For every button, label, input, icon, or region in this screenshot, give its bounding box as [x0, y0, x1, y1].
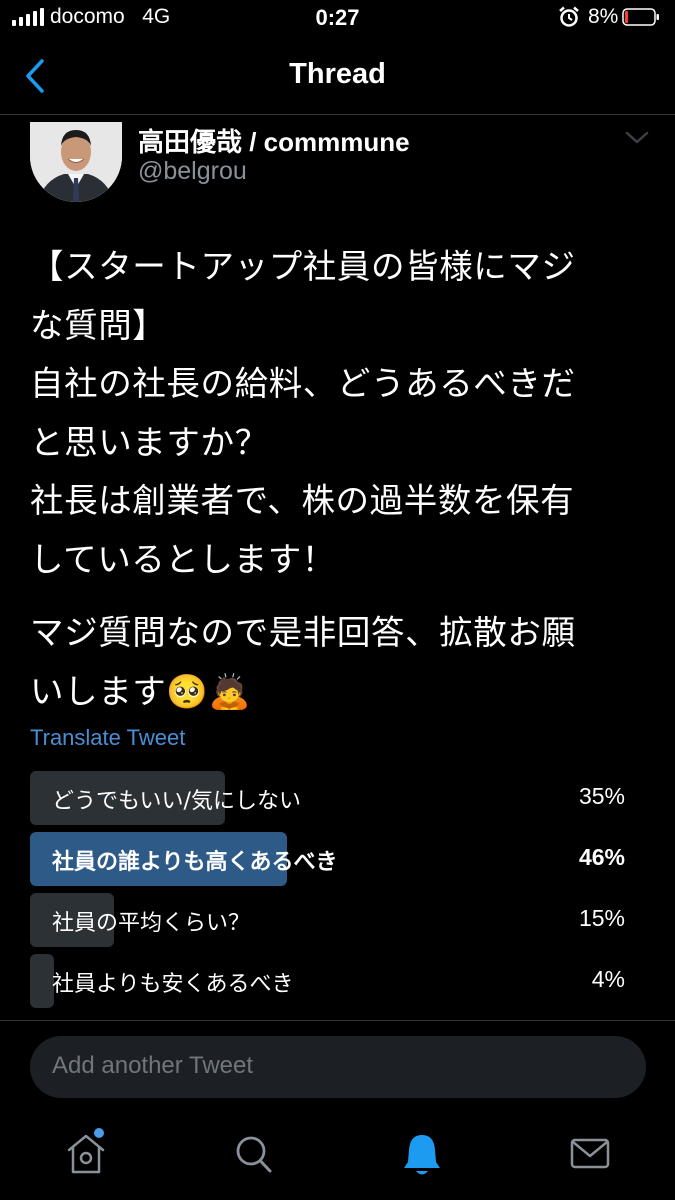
home-notification-dot	[94, 1128, 104, 1138]
avatar[interactable]	[30, 122, 122, 202]
battery-icon	[622, 8, 659, 26]
poll-option-label: 社員よりも安くあるべき	[52, 972, 294, 997]
chevron-down-icon[interactable]	[622, 128, 652, 148]
avatar-portrait-icon	[30, 122, 122, 202]
tweet-line: いします🥺🙇	[30, 671, 252, 711]
tweet-line: マジ質問なので是非回答、拡散お願	[30, 613, 576, 652]
tweet-line: 自社の社長の給料、どうあるべきだ	[30, 364, 576, 403]
poll-option: 社員よりも安くあるべき 4%	[30, 954, 630, 1008]
poll-option-label: 社員の誰よりも高くあるべき	[52, 850, 338, 875]
poll-option: 社員の誰よりも高くあるべき 46%	[30, 832, 630, 886]
poll-option: どうでもいい/気にしない 35%	[30, 771, 630, 825]
notifications-icon[interactable]	[400, 1130, 444, 1178]
user-handle[interactable]: @belgrou	[138, 157, 247, 186]
translate-tweet-link[interactable]: Translate Tweet	[30, 725, 185, 751]
nav-divider	[0, 114, 675, 115]
tweet-text: 【スタートアップ社員の皆様にマジ な質問】 自社の社長の給料、どうあるべきだ と…	[30, 238, 645, 721]
page-title: Thread	[289, 58, 386, 90]
tweet-line: しているとします！	[30, 539, 336, 579]
display-name[interactable]: 高田優哉 / commmune	[138, 122, 410, 159]
status-bar: docomo 4G 0:27 8%	[0, 0, 675, 40]
search-icon[interactable]	[232, 1130, 276, 1178]
poll-option-percent: 4%	[591, 966, 625, 992]
tweet-line: 社長は創業者で、株の過半数を保有	[30, 481, 575, 520]
messages-icon[interactable]	[568, 1130, 612, 1178]
poll-option-percent: 15%	[578, 905, 625, 931]
alarm-clock-icon	[559, 6, 579, 27]
poll-option-percent: 46%	[578, 844, 625, 870]
poll-option-label: 社員の平均くらい？	[52, 911, 251, 936]
poll-option: 社員の平均くらい？ 15%	[30, 893, 630, 947]
compose-divider	[0, 1020, 675, 1021]
tweet-line: な質問】	[30, 305, 167, 345]
poll-option-label: どうでもいい/気にしない	[52, 789, 301, 814]
tweet-line: 【スタートアップ社員の皆様にマジ	[30, 247, 576, 286]
reply-compose-field[interactable]: Add another Tweet	[30, 1036, 646, 1098]
battery-percent: 8%	[588, 5, 619, 28]
poll-result-bar	[30, 954, 54, 1008]
tweet-line: と思いますか？	[30, 422, 269, 462]
poll-option-percent: 35%	[578, 783, 625, 809]
compose-placeholder: Add another Tweet	[52, 1052, 254, 1079]
